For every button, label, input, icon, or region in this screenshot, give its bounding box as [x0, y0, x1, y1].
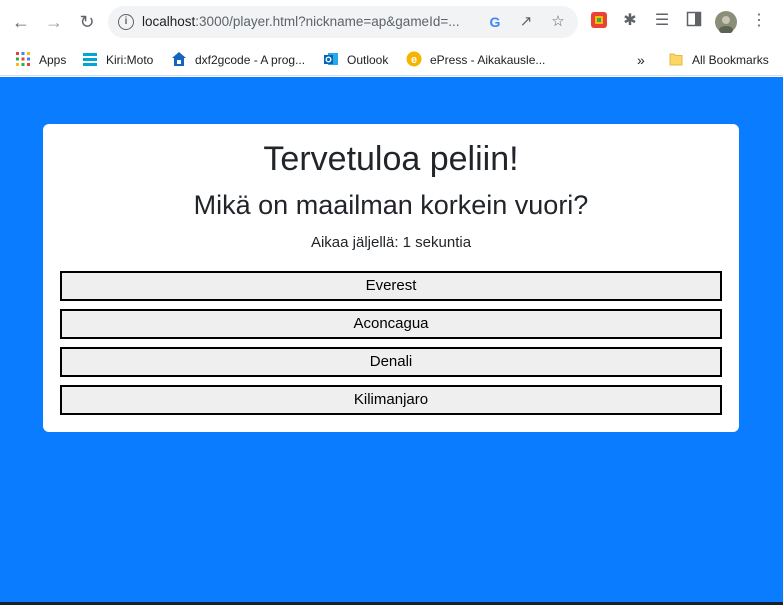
answer-button-everest[interactable]: Everest	[60, 271, 722, 301]
epress-icon: e	[406, 51, 422, 67]
bookmark-dxf2gcode[interactable]: dxf2gcode - A prog...	[171, 50, 305, 70]
profile-avatar-icon[interactable]	[715, 11, 737, 34]
back-arrow-icon[interactable]: ←	[9, 10, 33, 34]
bookmark-apps[interactable]: Apps	[15, 50, 66, 70]
forward-arrow-icon[interactable]: →	[42, 10, 66, 34]
browser-toolbar: ← → ↻ i localhost:3000/player.html?nickn…	[0, 0, 783, 44]
svg-text:e: e	[411, 54, 417, 66]
time-remaining: Aikaa jäljellä: 1 sekuntia	[310, 234, 472, 251]
kiri-moto-icon	[82, 51, 98, 67]
question-text: Mikä on maailman korkein vuori?	[193, 190, 589, 220]
reload-icon[interactable]: ↻	[75, 10, 99, 34]
dxf2gcode-home-icon	[171, 51, 187, 67]
bookmarks-bar: Apps Kiri:Moto dxf2gcode - A prog... Out…	[0, 44, 783, 76]
folder-icon	[668, 51, 684, 67]
game-card: Tervetuloa peliin! Mikä on maailman kork…	[43, 124, 739, 432]
google-lens-icon[interactable]: G	[486, 13, 504, 31]
answer-button-kilimanjaro[interactable]: Kilimanjaro	[60, 385, 722, 415]
answer-button-denali[interactable]: Denali	[60, 347, 722, 377]
share-icon[interactable]: ↗	[517, 13, 535, 31]
address-bar[interactable]: i localhost:3000/player.html?nickname=ap…	[108, 6, 578, 38]
address-url[interactable]: localhost:3000/player.html?nickname=ap&g…	[142, 14, 482, 29]
page-background: Tervetuloa peliin! Mikä on maailman kork…	[0, 77, 783, 605]
apps-grid-icon	[15, 51, 31, 67]
answer-button-aconcagua[interactable]: Aconcagua	[60, 309, 722, 339]
all-bookmarks[interactable]: All Bookmarks	[668, 50, 769, 70]
bookmark-epress[interactable]: e ePress - Aikakausle...	[406, 50, 545, 70]
bookmark-kiri-moto[interactable]: Kiri:Moto	[82, 50, 153, 70]
bookmark-star-icon[interactable]: ☆	[549, 13, 567, 31]
media-queue-icon[interactable]: ☰	[652, 11, 672, 31]
outlook-icon	[323, 51, 339, 67]
page-title: Tervetuloa peliin!	[263, 140, 519, 178]
site-info-icon[interactable]: i	[118, 14, 134, 30]
extension-colorful-icon[interactable]	[589, 11, 609, 31]
extensions-puzzle-icon[interactable]: ✱	[620, 11, 640, 31]
bookmark-outlook[interactable]: Outlook	[323, 50, 388, 70]
side-panel-icon[interactable]	[684, 11, 704, 31]
kebab-menu-icon[interactable]: ⋮	[749, 11, 769, 31]
bookmarks-overflow-button[interactable]: »	[637, 50, 645, 70]
